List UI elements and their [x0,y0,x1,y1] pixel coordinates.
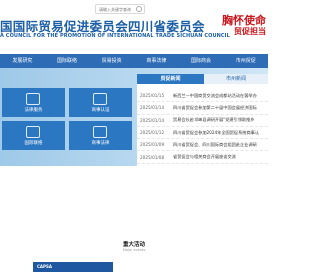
news-date: 2025/01/08 [140,154,165,160]
news-date: 2025/01/14 [140,117,165,123]
news-date: 2025/01/15 [140,93,165,99]
service-tile-label: 商事认证 [91,108,110,113]
search-input[interactable] [96,6,139,12]
news-title[interactable]: 四川省贸促会参加2024年全国贸促系统商事认 [173,130,259,136]
nav-item-international-liaison[interactable]: 国际联络 [45,54,90,68]
news-title[interactable]: 贸易会长赴邛崃县调研开展"党建引领助推乡 [173,117,255,123]
main-nav: 发展研究 国际联络 贸易投资 商事法律 国际商会 市州贸促 [0,54,268,68]
section-title: 重大活动 [122,242,145,248]
tab-ccpit-news[interactable]: 贸促新闻 [137,74,204,84]
service-tile[interactable]: 法律服务 [2,88,65,117]
search-icon[interactable] [136,6,142,12]
news-date: 2025/01/12 [140,130,165,136]
news-item[interactable]: 2025/01/09 四川省贸促会、四川国际商会组团赴企业调研 [137,139,268,152]
service-tile-label: 国际联络 [24,141,43,146]
news-list: 2025/01/15 新西兰—中国商贸交流会成都站活动在蓉举办 2025/01/… [137,90,268,164]
globe-icon [26,126,40,138]
site-logo-subtitle: A COUNCIL FOR THE PROMOTION OF INTERNATI… [0,33,230,39]
service-tile-label: 商事法律 [91,141,110,146]
section-subtitle: Major events [122,248,146,252]
scales-icon [93,126,107,138]
service-tile-label: 法律服务 [24,108,43,113]
event-card-label: CAPSA [37,264,52,269]
news-title[interactable]: 四川省贸促会参加第二十届中国会展经济国际 [173,105,257,111]
major-events-section: 重大活动 Major events CAPSA [0,166,268,272]
service-tiles: 法律服务 商事认证 国际联络 商事法律 [2,68,136,166]
content-banner: 法律服务 商事认证 国际联络 商事法律 贸促新闻 市州新闻 2025/01/15… [0,68,268,166]
law-icon [26,93,40,105]
nav-item-commercial-law[interactable]: 商事法律 [134,54,179,68]
news-item[interactable]: 2025/01/14 贸易会长赴邛崃县调研开展"党建引领助推乡 [137,115,268,127]
news-item[interactable]: 2025/01/14 四川省贸促会参加第二十届中国会展经济国际 [137,102,268,115]
news-title[interactable]: 新西兰—中国商贸交流会成都站活动在蓉举办 [173,93,257,99]
search-box[interactable] [95,4,145,14]
news-item[interactable]: 2025/01/15 新西兰—中国商贸交流会成都站活动在蓉举办 [137,90,268,103]
news-panel: 贸促新闻 市州新闻 2025/01/15 新西兰—中国商贸交流会成都站活动在蓉举… [137,74,268,166]
site-header: 国国际贸易促进委员会四川省委员会 A COUNCIL FOR THE PROMO… [0,0,268,48]
news-date: 2025/01/09 [140,142,165,148]
news-title[interactable]: 四川省贸促会、四川国际商会组团赴企业调研 [173,142,257,148]
service-tile[interactable]: 国际联络 [2,121,65,150]
news-date: 2025/01/14 [140,105,165,111]
certificate-icon [93,93,107,105]
news-item[interactable]: 2025/01/12 四川省贸促会参加2024年全国贸促系统商事认 [137,127,268,140]
slogan-line-1: 胸怀使命 [222,14,266,27]
nav-item-international-chamber[interactable]: 国际商会 [179,54,224,68]
service-tile[interactable]: 商事法律 [69,121,132,150]
nav-item-city-ccpit[interactable]: 市州贸促 [223,54,268,68]
slogan: 胸怀使命 贸促担当 [222,15,266,37]
service-tile[interactable]: 商事认证 [69,88,132,117]
news-tabs: 贸促新闻 市州新闻 [137,74,268,84]
nav-item-development-research[interactable]: 发展研究 [0,54,45,68]
slogan-line-2: 贸促担当 [234,27,266,36]
news-item[interactable]: 2025/01/08 省贸促会与相关商会开展座谈交流 [137,151,268,164]
tab-city-news[interactable]: 市州新闻 [204,74,268,84]
event-card[interactable]: CAPSA [33,262,113,272]
news-title[interactable]: 省贸促会与相关商会开展座谈交流 [173,154,236,160]
nav-item-trade-investment[interactable]: 贸易投资 [89,54,134,68]
